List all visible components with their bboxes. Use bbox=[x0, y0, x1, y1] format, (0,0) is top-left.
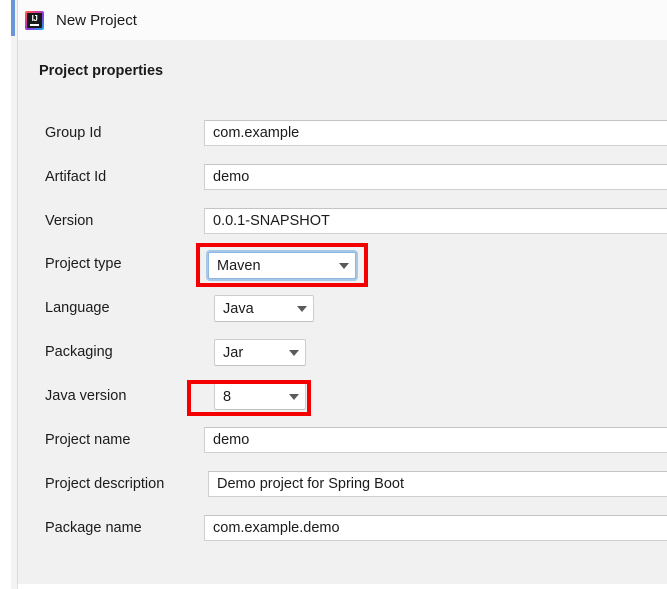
version-input[interactable] bbox=[204, 208, 667, 234]
field-wrap-project-description bbox=[208, 471, 667, 497]
label-language: Language bbox=[45, 300, 110, 316]
field-wrap-version bbox=[204, 208, 667, 234]
project-type-value: Maven bbox=[217, 257, 261, 274]
field-wrap-project-type: Maven bbox=[208, 252, 356, 279]
artifact-id-input[interactable] bbox=[204, 164, 667, 190]
label-package-name: Package name bbox=[45, 520, 142, 536]
project-name-input[interactable] bbox=[204, 427, 667, 453]
form-row-language: Language Java bbox=[18, 295, 667, 322]
project-type-dropdown[interactable]: Maven bbox=[208, 252, 356, 279]
label-project-type: Project type bbox=[45, 256, 122, 272]
field-wrap-language: Java bbox=[214, 295, 314, 322]
form-row-package-name: Package name bbox=[18, 515, 667, 541]
dialog-titlebar: IJ New Project bbox=[18, 0, 667, 40]
field-wrap-group-id bbox=[204, 120, 667, 146]
form-row-group-id: Group Id bbox=[18, 120, 667, 146]
form-row-artifact-id: Artifact Id bbox=[18, 164, 667, 190]
form-row-version: Version bbox=[18, 208, 667, 234]
chevron-down-icon[interactable] bbox=[291, 296, 313, 321]
chevron-down-icon[interactable] bbox=[283, 340, 305, 365]
chevron-down-icon[interactable] bbox=[333, 253, 355, 278]
label-version: Version bbox=[45, 213, 94, 229]
field-wrap-packaging: Jar bbox=[214, 339, 306, 366]
window-title: New Project bbox=[56, 11, 137, 29]
label-group-id: Group Id bbox=[45, 125, 102, 141]
label-artifact-id: Artifact Id bbox=[45, 169, 107, 185]
dialog-content: Project properties Group Id Artifact Id … bbox=[18, 40, 667, 584]
language-dropdown[interactable]: Java bbox=[214, 295, 314, 322]
form-row-packaging: Packaging Jar bbox=[18, 339, 667, 366]
packaging-dropdown[interactable]: Jar bbox=[214, 339, 306, 366]
package-name-input[interactable] bbox=[204, 515, 667, 541]
group-id-input[interactable] bbox=[204, 120, 667, 146]
field-wrap-project-name bbox=[204, 427, 667, 453]
page-title: Project properties bbox=[39, 63, 164, 79]
intellij-idea-icon-letters: IJ bbox=[31, 13, 38, 23]
language-value: Java bbox=[223, 300, 254, 317]
field-wrap-java-version: 8 bbox=[214, 383, 306, 410]
background-window-accent bbox=[11, 0, 15, 36]
project-description-input[interactable] bbox=[208, 471, 667, 497]
label-project-description: Project description bbox=[45, 476, 165, 492]
label-java-version: Java version bbox=[45, 388, 127, 404]
form-row-project-name: Project name bbox=[18, 427, 667, 453]
label-packaging: Packaging bbox=[45, 344, 113, 360]
form-row-project-type: Project type Maven bbox=[18, 251, 667, 279]
label-project-name: Project name bbox=[45, 432, 131, 448]
packaging-value: Jar bbox=[223, 344, 244, 361]
new-project-dialog: IJ New Project Project properties Group … bbox=[17, 0, 667, 584]
form-row-project-description: Project description bbox=[18, 471, 667, 497]
form-row-java-version: Java version 8 bbox=[18, 383, 667, 410]
field-wrap-artifact-id bbox=[204, 164, 667, 190]
java-version-dropdown[interactable]: 8 bbox=[214, 383, 306, 410]
java-version-value: 8 bbox=[223, 388, 232, 405]
intellij-idea-icon: IJ bbox=[25, 10, 44, 30]
field-wrap-package-name bbox=[204, 515, 667, 541]
chevron-down-icon[interactable] bbox=[283, 384, 305, 409]
intellij-idea-icon-underbar bbox=[30, 23, 39, 26]
